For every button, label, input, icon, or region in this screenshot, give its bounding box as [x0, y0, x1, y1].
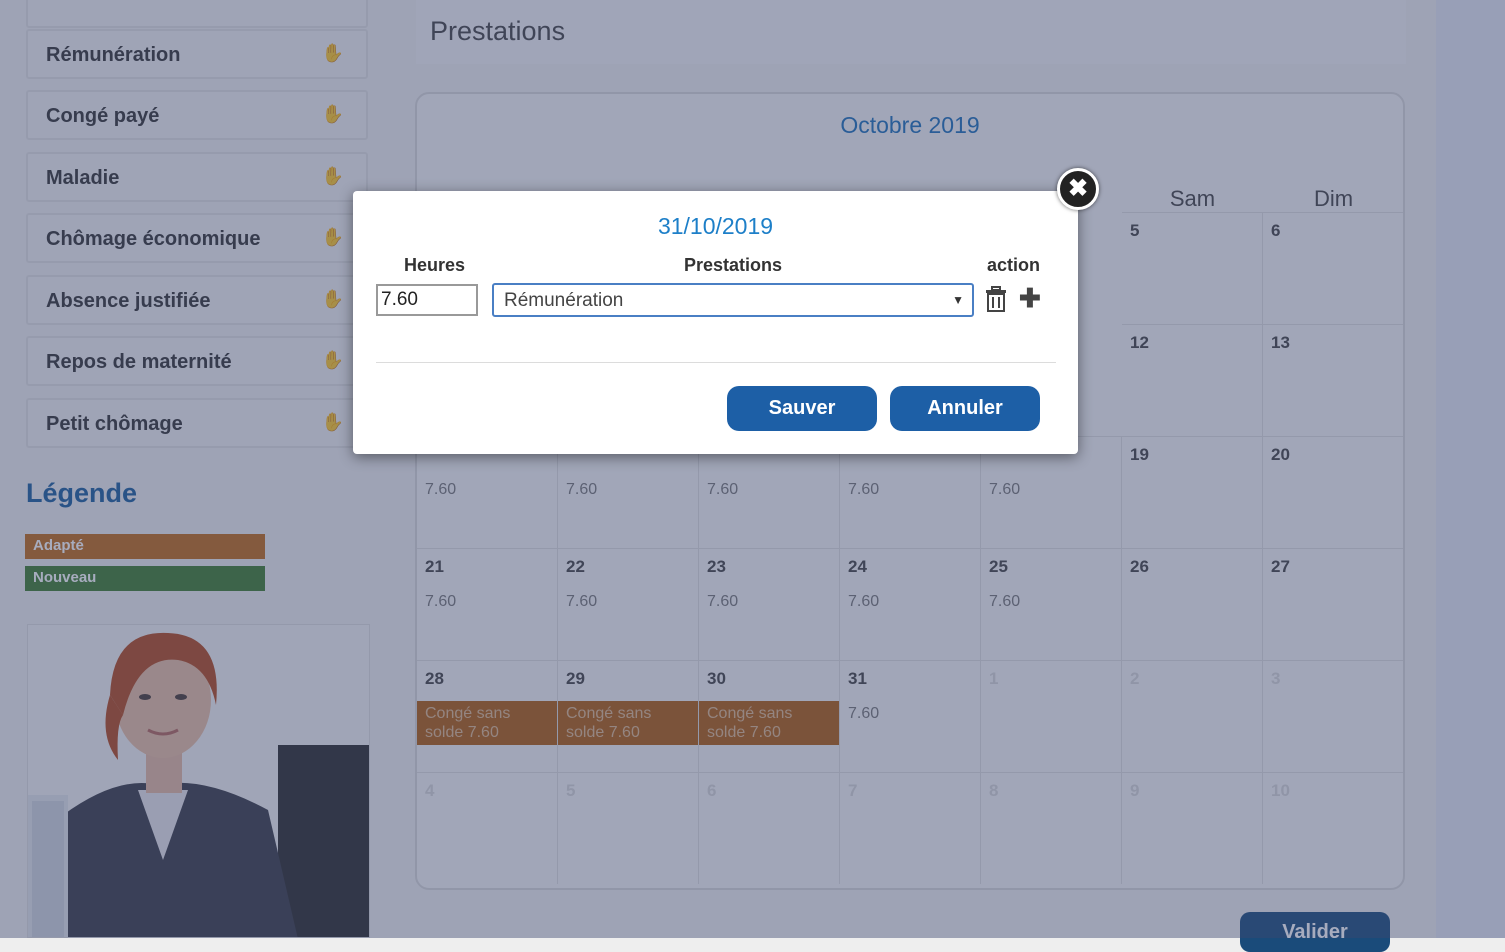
prestation-select-value: Rémunération — [504, 290, 624, 311]
modal-divider — [376, 362, 1056, 363]
close-icon[interactable]: ✖ — [1057, 168, 1099, 210]
save-button[interactable]: Sauver — [727, 386, 877, 431]
modal-overlay[interactable] — [0, 0, 1505, 938]
prestation-modal: 31/10/2019 Heures Prestations action Rém… — [353, 191, 1078, 454]
trash-icon[interactable] — [985, 286, 1007, 312]
dropdown-arrow-icon: ▼ — [952, 293, 964, 307]
modal-date: 31/10/2019 — [657, 213, 774, 239]
cancel-button[interactable]: Annuler — [890, 386, 1040, 431]
col-header-action: action — [987, 255, 1041, 275]
plus-icon[interactable]: ✚ — [1019, 285, 1041, 311]
hours-input[interactable] — [376, 284, 478, 316]
col-header-prestations: Prestations — [684, 255, 783, 275]
prestation-select[interactable]: Rémunération ▼ — [492, 283, 974, 317]
col-header-heures: Heures — [404, 255, 466, 275]
